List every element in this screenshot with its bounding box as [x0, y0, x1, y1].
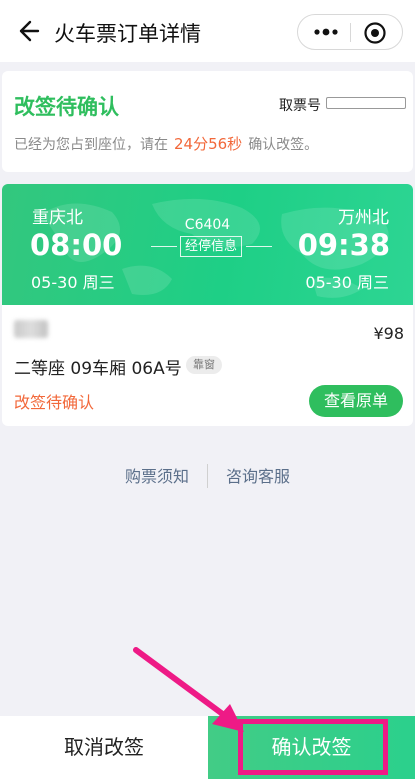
arrival-date: 05-30 周三	[305, 273, 389, 292]
target-close-icon[interactable]	[363, 21, 387, 45]
purchase-notice-link[interactable]: 购票须知	[125, 463, 189, 487]
page-title: 火车票订单详情	[54, 22, 201, 46]
hold-message-prefix: 已经为您占到座位，请在	[14, 137, 168, 153]
departure-time: 08:00	[30, 228, 123, 262]
ticket-number-label: 取票号	[279, 98, 321, 114]
passenger-card: ¥98 二等座 09车厢 06A号 靠窗 改签待确认 查看原单	[2, 305, 413, 426]
mini-program-capsule	[297, 14, 403, 50]
seat-info: 二等座 09车厢 06A号	[14, 359, 182, 379]
window-seat-tag: 靠窗	[186, 356, 222, 374]
trip-header: 重庆北 万州北 08:00 09:38 05-30 周三 05-30 周三 C6…	[2, 184, 413, 305]
seat-hold-message: 已经为您占到座位，请在 24分56秒 确认改签。	[14, 133, 318, 154]
more-dots-icon[interactable]	[311, 20, 341, 44]
nav-bar: 火车票订单详情	[0, 0, 415, 62]
footer-actions: 取消改签 确认改签	[0, 716, 415, 779]
ticket-price: ¥98	[373, 324, 404, 343]
back-arrow-icon[interactable]	[12, 17, 40, 45]
train-number: C6404	[184, 217, 231, 233]
ticket-number-field	[326, 97, 406, 109]
arrival-time: 09:38	[297, 228, 390, 262]
cancel-change-button[interactable]: 取消改签	[0, 716, 208, 779]
order-status-title: 改签待确认	[14, 95, 119, 119]
ticket-status: 改签待确认	[14, 393, 95, 412]
route-line-left	[151, 246, 177, 247]
stops-info-button[interactable]: 经停信息	[180, 236, 242, 257]
status-card: 改签待确认 取票号 已经为您占到座位，请在 24分56秒 确认改签。	[2, 71, 413, 172]
departure-date: 05-30 周三	[31, 273, 115, 292]
capsule-divider	[350, 23, 351, 42]
links-divider	[207, 464, 208, 488]
passenger-name-blurred	[14, 320, 48, 338]
route-line-right	[246, 246, 272, 247]
customer-service-link[interactable]: 咨询客服	[226, 463, 290, 487]
countdown-timer: 24分56秒	[174, 135, 243, 153]
hold-message-suffix: 确认改签。	[248, 137, 319, 153]
help-links: 购票须知 咨询客服	[0, 463, 415, 489]
confirm-change-button[interactable]: 确认改签	[208, 716, 415, 779]
view-original-order-button[interactable]: 查看原单	[309, 385, 403, 417]
